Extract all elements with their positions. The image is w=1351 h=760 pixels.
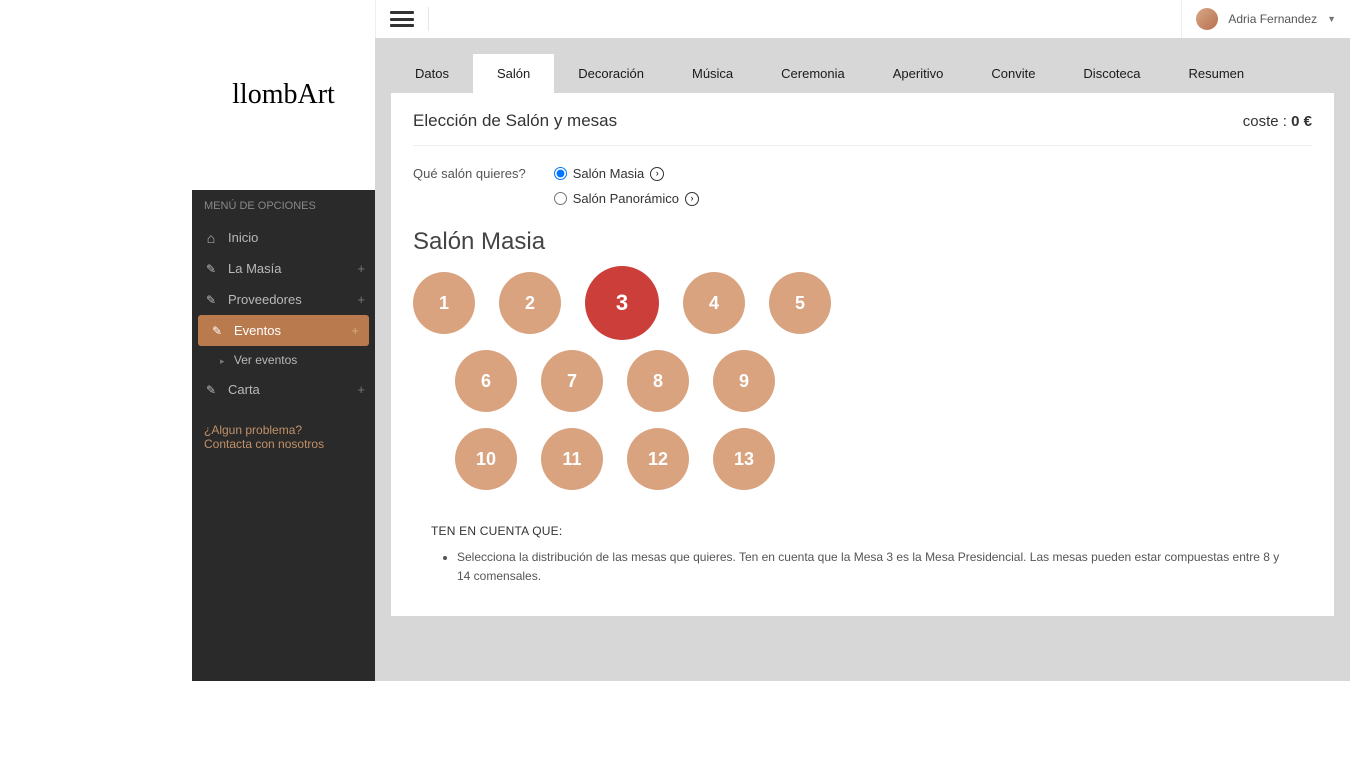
tab-datos[interactable]: Datos	[391, 54, 473, 93]
edit-icon	[210, 324, 224, 338]
arrow-right-circle-icon[interactable]: ›	[650, 167, 664, 181]
sidebar-item-label: Proveedores	[228, 292, 302, 307]
radio-label[interactable]: Salón Masia	[573, 166, 645, 181]
edit-icon	[204, 383, 218, 397]
sidebar-menu-header: MENÚ DE OPCIONES	[192, 190, 375, 222]
tables: 1 2 3 4 5 6 7 8 9 10 11	[413, 272, 1312, 490]
salon-title: Salón Masia	[413, 228, 1312, 256]
table-3[interactable]: 3	[585, 266, 659, 340]
tab-aperitivo[interactable]: Aperitivo	[869, 54, 968, 93]
brand-logo: llombArt	[232, 79, 335, 111]
home-icon	[204, 231, 218, 245]
hamburger-icon[interactable]	[390, 9, 414, 29]
radio-panoramico[interactable]	[554, 192, 567, 205]
table-5[interactable]: 5	[769, 272, 831, 334]
table-row: 10 11 12 13	[455, 428, 1312, 490]
sidebar-item-label: La Masía	[228, 261, 281, 276]
table-4[interactable]: 4	[683, 272, 745, 334]
edit-icon	[204, 262, 218, 276]
table-12[interactable]: 12	[627, 428, 689, 490]
table-6[interactable]: 6	[455, 350, 517, 412]
avatar	[1196, 8, 1218, 30]
tab-salon[interactable]: Salón	[473, 54, 554, 93]
notes-item: Selecciona la distribución de las mesas …	[457, 548, 1294, 586]
sidebar-item-eventos[interactable]: Eventos +	[198, 315, 369, 346]
salon-question: Qué salón quieres?	[413, 166, 526, 181]
tab-bar: Datos Salón Decoración Música Ceremonia …	[391, 54, 1334, 93]
table-row: 1 2 3 4 5	[413, 272, 1312, 334]
sidebar-item-la-masia[interactable]: La Masía +	[192, 253, 375, 284]
tab-discoteca[interactable]: Discoteca	[1059, 54, 1164, 93]
tab-ceremonia[interactable]: Ceremonia	[757, 54, 869, 93]
tab-decoracion[interactable]: Decoración	[554, 54, 668, 93]
sidebar-item-inicio[interactable]: Inicio	[192, 222, 375, 253]
topbar: Adria Fernandez ▼	[375, 0, 1350, 38]
table-11[interactable]: 11	[541, 428, 603, 490]
table-9[interactable]: 9	[713, 350, 775, 412]
sidebar-item-proveedores[interactable]: Proveedores +	[192, 284, 375, 315]
sidebar-item-label: Eventos	[234, 323, 281, 338]
cost-value: 0 €	[1291, 113, 1312, 130]
arrow-right-circle-icon[interactable]: ›	[685, 192, 699, 206]
logo-area: llombArt	[192, 0, 375, 190]
main: Adria Fernandez ▼ Datos Salón Decoración…	[375, 0, 1350, 681]
table-2[interactable]: 2	[499, 272, 561, 334]
sidebar-item-label: Inicio	[228, 230, 258, 245]
notes-title: TEN EN CUENTA QUE:	[431, 524, 1294, 538]
username: Adria Fernandez	[1228, 12, 1317, 26]
table-10[interactable]: 10	[455, 428, 517, 490]
table-13[interactable]: 13	[713, 428, 775, 490]
panel-header: Elección de Salón y mesas coste : 0 €	[413, 111, 1312, 146]
footer-contact-link[interactable]: Contacta con nosotros	[204, 437, 363, 451]
user-menu[interactable]: Adria Fernandez ▼	[1181, 0, 1336, 38]
table-1[interactable]: 1	[413, 272, 475, 334]
table-7[interactable]: 7	[541, 350, 603, 412]
radio-option-masia: Salón Masia ›	[554, 166, 699, 181]
sidebar-item-label: Carta	[228, 382, 260, 397]
chevron-down-icon: ▼	[1327, 14, 1336, 24]
sidebar-subitem-ver-eventos[interactable]: Ver eventos	[192, 346, 375, 374]
panel-title: Elección de Salón y mesas	[413, 111, 617, 131]
expand-icon: +	[357, 382, 365, 397]
content: Datos Salón Decoración Música Ceremonia …	[375, 38, 1350, 681]
expand-icon: +	[357, 261, 365, 276]
salon-choice: Qué salón quieres? Salón Masia › Salón P…	[413, 166, 1312, 206]
edit-icon	[204, 293, 218, 307]
panel: Elección de Salón y mesas coste : 0 € Qu…	[391, 93, 1334, 616]
sidebar-footer: ¿Algun problema? Contacta con nosotros	[192, 405, 375, 469]
notes: TEN EN CUENTA QUE: Selecciona la distrib…	[413, 524, 1312, 586]
table-8[interactable]: 8	[627, 350, 689, 412]
cost-label: coste : 0 €	[1243, 113, 1312, 130]
radio-label[interactable]: Salón Panorámico	[573, 191, 679, 206]
topbar-divider	[428, 7, 429, 31]
sidebar: llombArt MENÚ DE OPCIONES Inicio La Masí…	[192, 0, 375, 681]
sidebar-item-carta[interactable]: Carta +	[192, 374, 375, 405]
tab-resumen[interactable]: Resumen	[1165, 54, 1269, 93]
radio-masia[interactable]	[554, 167, 567, 180]
tab-convite[interactable]: Convite	[967, 54, 1059, 93]
footer-problem-text: ¿Algun problema?	[204, 423, 363, 437]
table-row: 6 7 8 9	[455, 350, 1312, 412]
radio-option-panoramico: Salón Panorámico ›	[554, 191, 699, 206]
tab-musica[interactable]: Música	[668, 54, 757, 93]
expand-icon: +	[357, 292, 365, 307]
expand-icon: +	[351, 323, 359, 338]
sidebar-subitem-label: Ver eventos	[234, 353, 297, 367]
